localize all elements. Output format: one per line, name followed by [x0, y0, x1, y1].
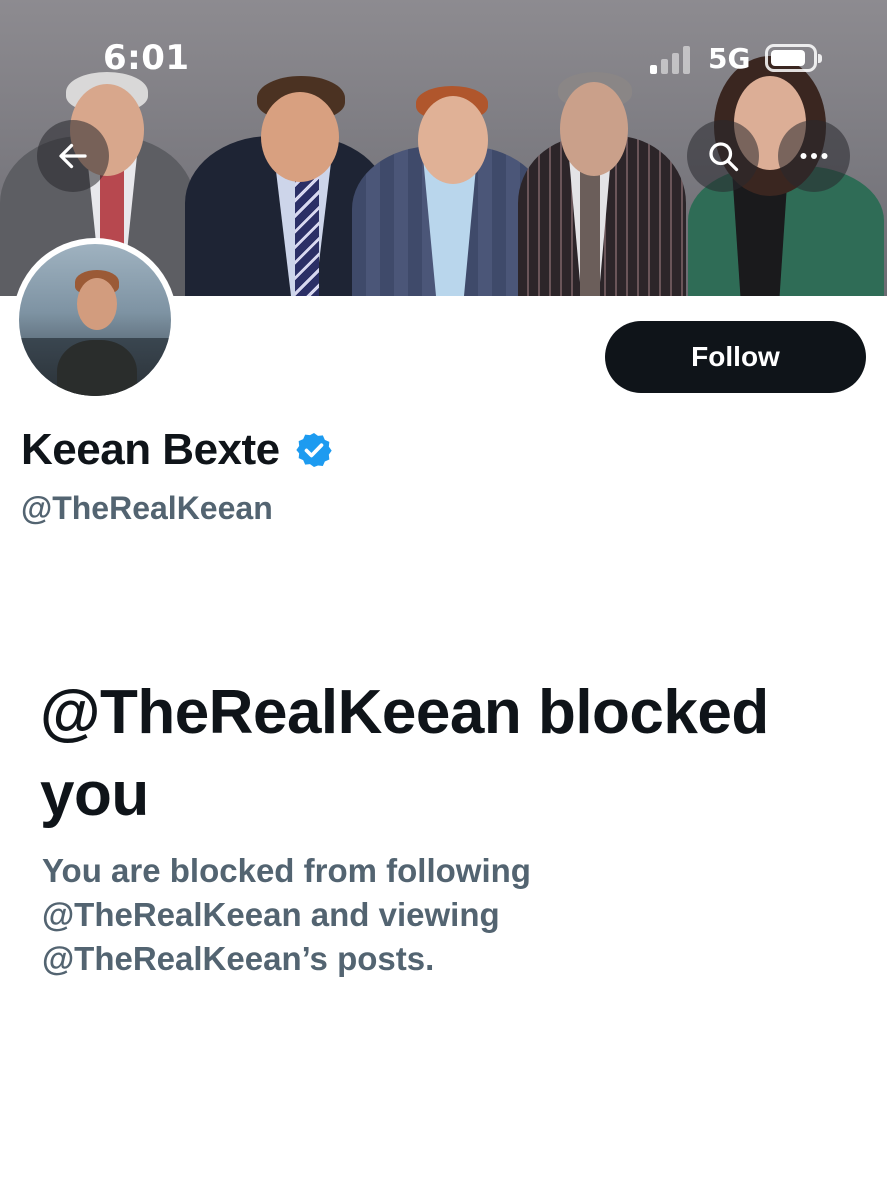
more-button[interactable]	[778, 120, 850, 192]
status-time: 6:01	[103, 38, 190, 78]
avatar-photo	[19, 244, 171, 396]
more-horizontal-icon	[800, 153, 828, 159]
avatar[interactable]	[13, 238, 177, 402]
blocked-title: @TheRealKeean blocked you	[40, 678, 769, 829]
blocked-description: You are blocked from following @TheRealK…	[42, 852, 531, 977]
display-name: Keean Bexte	[21, 425, 280, 474]
profile-handle: @TheRealKeean	[21, 490, 273, 526]
battery-icon	[765, 44, 822, 72]
back-button[interactable]	[37, 120, 109, 192]
search-button[interactable]	[687, 120, 759, 192]
arrow-left-icon	[59, 143, 87, 169]
verified-badge-icon[interactable]	[294, 430, 334, 470]
banner-person	[518, 36, 688, 296]
signal-icon	[650, 44, 694, 74]
network-type: 5G	[708, 42, 751, 75]
search-icon	[709, 142, 739, 172]
follow-button[interactable]: Follow	[605, 321, 866, 393]
profile-name-row: Keean Bexte	[21, 425, 334, 475]
